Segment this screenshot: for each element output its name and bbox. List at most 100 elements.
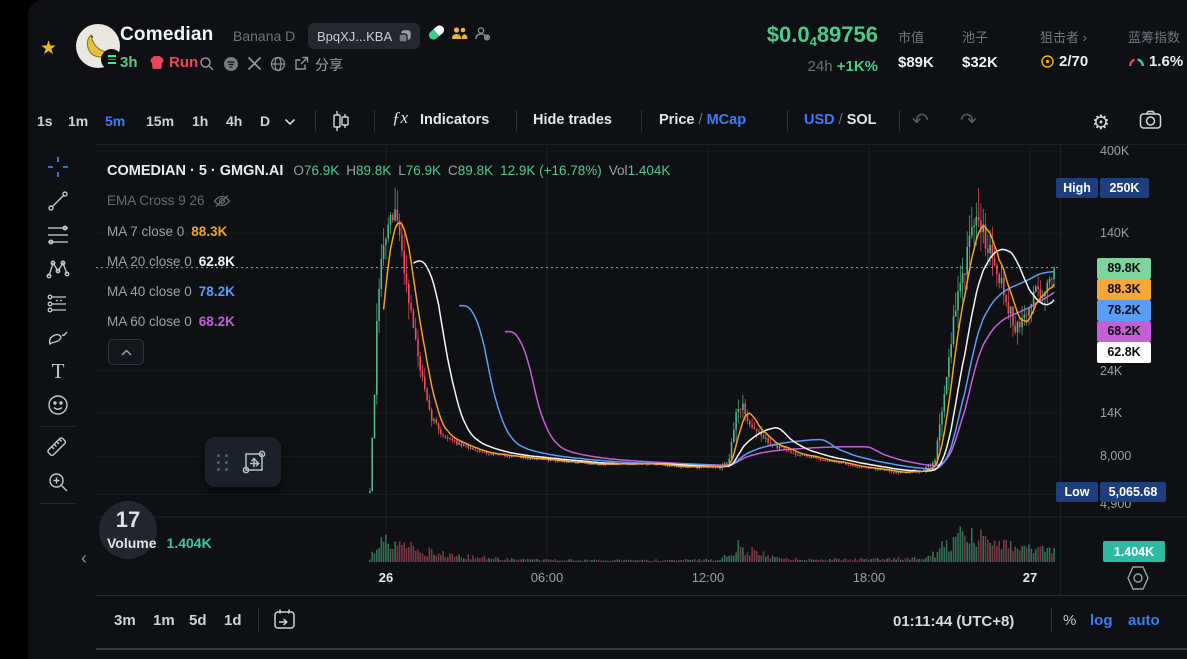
chart-style-icon[interactable] bbox=[331, 109, 351, 133]
screenshot-camera-icon[interactable] bbox=[1139, 110, 1162, 130]
emoji-tool[interactable] bbox=[28, 388, 88, 422]
timeframe-1m[interactable]: 1m bbox=[68, 113, 88, 129]
high-badge-label: High bbox=[1056, 178, 1098, 198]
candle-change: 12.9K (+16.78%) bbox=[500, 163, 602, 178]
search-icon[interactable] bbox=[199, 56, 215, 72]
token-age: 3h bbox=[120, 54, 138, 71]
percent-scale-button[interactable]: % bbox=[1063, 612, 1076, 629]
volume-axis-badge: 1.404K bbox=[1103, 541, 1165, 562]
copy-icon[interactable] bbox=[398, 30, 411, 43]
solana-chain-icon bbox=[101, 49, 122, 70]
dev-icon[interactable] bbox=[474, 26, 491, 41]
long-position-tool[interactable] bbox=[28, 286, 88, 320]
filter-list-icon[interactable] bbox=[223, 56, 239, 72]
timeframe-d[interactable]: D bbox=[260, 113, 270, 129]
redo-icon[interactable]: ↷ bbox=[960, 108, 977, 133]
y-axis-tick: 400K bbox=[1100, 144, 1129, 158]
price-mcap-toggle[interactable]: Price / MCap bbox=[659, 112, 746, 128]
fib-retracement-tool[interactable] bbox=[28, 218, 88, 252]
candlestick-chart[interactable] bbox=[0, 0, 1187, 659]
collapse-indicators-button[interactable] bbox=[108, 339, 144, 365]
chevron-down-icon[interactable] bbox=[284, 118, 296, 126]
stat-pool: 池子 $32K bbox=[962, 27, 998, 71]
token-name: Comedian bbox=[120, 24, 213, 46]
time-tick-12:00: 12:00 bbox=[680, 570, 736, 585]
range-1d[interactable]: 1d bbox=[224, 612, 242, 629]
timeframe-4h[interactable]: 4h bbox=[226, 113, 242, 129]
time-tick-06:00: 06:00 bbox=[519, 570, 575, 585]
price-subscript: 4 bbox=[810, 34, 817, 49]
token-avatar[interactable] bbox=[76, 24, 120, 68]
time-tick-18:00: 18:00 bbox=[841, 570, 897, 585]
pane-resize-handle[interactable] bbox=[96, 648, 1187, 650]
hide-trades-button[interactable]: Hide trades bbox=[533, 112, 612, 128]
go-to-date-icon[interactable] bbox=[272, 608, 297, 632]
timeframe-1h[interactable]: 1h bbox=[192, 113, 208, 129]
timeframe-5m[interactable]: 5m bbox=[105, 113, 125, 129]
price-badge-88.3K: 88.3K bbox=[1097, 279, 1151, 300]
chart-symbol: COMEDIAN · 5 · GMGN.AI bbox=[107, 163, 283, 179]
y-axis-tick: 8,000 bbox=[1100, 449, 1131, 463]
xabcd-pattern-tool[interactable] bbox=[28, 252, 88, 286]
log-scale-button[interactable]: log bbox=[1090, 612, 1113, 629]
ma60-row[interactable]: MA 60 close 068.2K bbox=[107, 314, 235, 329]
price-badge-89.8K: 89.8K bbox=[1097, 258, 1151, 279]
hexagon-logo-icon[interactable] bbox=[1124, 565, 1152, 591]
token-description: Banana D bbox=[233, 28, 295, 44]
share-external-icon[interactable] bbox=[294, 56, 309, 71]
range-3m[interactable]: 3m bbox=[114, 612, 136, 629]
stat-sniper[interactable]: 狙击者 › 2/70 bbox=[1040, 27, 1088, 70]
globe-icon[interactable] bbox=[270, 56, 286, 72]
contract-address-pill[interactable]: BpqXJ...KBA bbox=[308, 23, 420, 49]
price-badge-62.8K: 62.8K bbox=[1097, 342, 1151, 363]
undo-icon[interactable]: ↶ bbox=[912, 108, 929, 133]
text-tool[interactable]: T bbox=[28, 354, 88, 388]
y-axis-tick: 140K bbox=[1100, 226, 1129, 240]
time-axis[interactable]: 26 06:00 12:00 18:00 27 bbox=[0, 570, 1187, 590]
x-twitter-icon[interactable] bbox=[247, 56, 262, 71]
high-badge-value: 250K bbox=[1100, 178, 1149, 198]
trendline-tool[interactable] bbox=[28, 184, 88, 218]
gmgn-chart-page: { "header": { "token_name": "Comedian", … bbox=[0, 0, 1187, 659]
ema-indicator-row[interactable]: EMA Cross 9 26 bbox=[107, 193, 231, 208]
collapse-left-chevron[interactable]: ‹ bbox=[81, 548, 87, 569]
clock-utc[interactable]: 01:11:44 (UTC+8) bbox=[893, 613, 1014, 630]
token-price: $0.0489756 bbox=[767, 22, 878, 49]
ma7-row[interactable]: MA 7 close 088.3K bbox=[107, 224, 227, 239]
time-tick-26: 26 bbox=[358, 570, 414, 585]
settings-gear-icon[interactable]: ⚙ bbox=[1092, 110, 1110, 135]
price-badge-68.2K: 68.2K bbox=[1097, 321, 1151, 342]
eye-off-icon[interactable] bbox=[213, 194, 231, 208]
timeframe-15m[interactable]: 15m bbox=[146, 113, 174, 129]
magnet-mode-icon[interactable] bbox=[239, 447, 269, 477]
crosshair-tool[interactable] bbox=[28, 150, 88, 184]
auto-scale-button[interactable]: auto bbox=[1128, 612, 1160, 629]
drag-handle[interactable] bbox=[217, 454, 229, 471]
range-1m[interactable]: 1m bbox=[153, 612, 175, 629]
ma20-row[interactable]: MA 20 close 062.8K bbox=[107, 254, 235, 269]
platform-name[interactable]: Run bbox=[169, 54, 198, 71]
zoom-in-tool[interactable] bbox=[28, 465, 88, 499]
y-axis-tick: 24K bbox=[1100, 364, 1122, 378]
time-tick-27: 27 bbox=[1002, 570, 1058, 585]
ma40-row[interactable]: MA 40 close 078.2K bbox=[107, 284, 235, 299]
share-label[interactable]: 分享 bbox=[315, 55, 343, 75]
usd-sol-toggle[interactable]: USD / SOL bbox=[804, 112, 877, 128]
indicators-button[interactable]: Indicators bbox=[420, 112, 489, 128]
gauge-icon bbox=[1128, 55, 1145, 68]
brush-tool[interactable] bbox=[28, 320, 88, 354]
price-axis[interactable]: 4,9008,00014K24K140K400K High 250K 89.8K… bbox=[1060, 145, 1187, 595]
volume-indicator-label[interactable]: Volume1.404K bbox=[107, 535, 212, 553]
stat-mcap: 市值 $89K bbox=[898, 27, 934, 71]
price-change-24h: 24h +1K% bbox=[808, 58, 878, 75]
sniper-target-icon bbox=[1040, 54, 1055, 69]
timeframe-1s[interactable]: 1s bbox=[37, 113, 53, 129]
range-5d[interactable]: 5d bbox=[189, 612, 207, 629]
favorite-star-icon[interactable]: ★ bbox=[40, 37, 57, 60]
chart-legend: COMEDIAN · 5 · GMGN.AI O76.9K H89.8K L76… bbox=[107, 163, 670, 179]
holders-icon[interactable] bbox=[451, 26, 468, 41]
stat-bluechip[interactable]: 蓝筹指数 1.6% bbox=[1128, 27, 1183, 70]
floating-toolbar[interactable] bbox=[205, 437, 281, 487]
ruler-measure-tool[interactable] bbox=[28, 431, 88, 465]
fx-icon[interactable]: ƒx bbox=[392, 108, 408, 128]
